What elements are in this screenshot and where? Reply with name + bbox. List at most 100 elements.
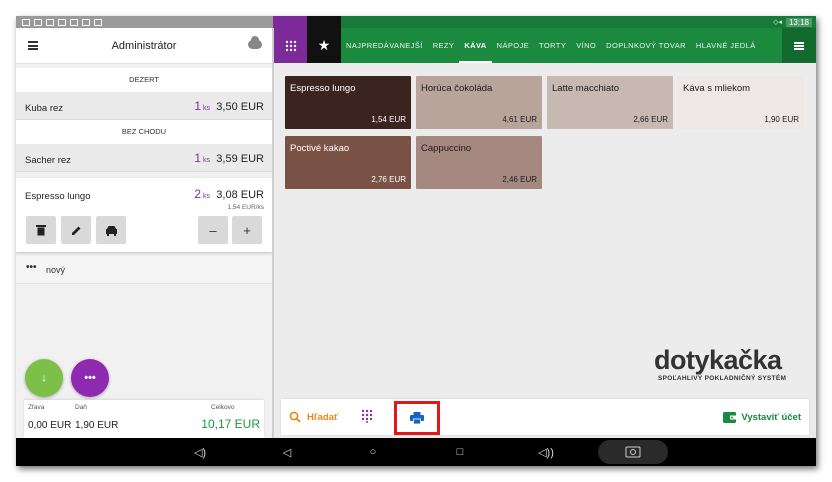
order-item[interactable]: Sacher rez 1 ks 3,59 EUR: [16, 144, 272, 172]
delete-button[interactable]: [26, 216, 56, 244]
volume-down-icon[interactable]: ◁): [192, 438, 208, 466]
list-icon: [794, 41, 804, 50]
print-button[interactable]: [394, 401, 440, 435]
back-icon[interactable]: ◁: [279, 438, 295, 466]
favorites-tab[interactable]: ★: [307, 28, 341, 63]
tab-hlavne-jedla[interactable]: HLAVNÉ JEDLÁ: [691, 28, 761, 63]
product-price: 1,54 EUR: [371, 115, 406, 124]
status-icons: [16, 16, 273, 28]
section-header: DEZERT: [16, 68, 272, 92]
item-name: Espresso lungo: [25, 191, 91, 202]
order-panel: Administrátor DEZERT Kuba rez 1 ks 3,50 E…: [16, 28, 272, 438]
total-value: 10,17 EUR: [201, 417, 260, 431]
logo-tagline: SPOĽAHLIVÝ POKLADNIČNÝ SYSTÉM: [658, 375, 787, 382]
download-icon: [82, 18, 90, 26]
image-icon: [34, 18, 42, 26]
product-name: Káva s mliekom: [683, 83, 751, 94]
tax-label: Daň: [75, 404, 87, 411]
keypad-tab[interactable]: [274, 28, 307, 63]
camera-icon: [625, 446, 641, 458]
product-tile[interactable]: Horúca čokoláda 4,61 EUR: [416, 76, 542, 129]
clock: 13:18: [785, 17, 812, 27]
search-label: Hľadať: [307, 411, 339, 423]
signal-icon: ◇◂: [773, 19, 782, 26]
product-tile[interactable]: Espresso lungo 1,54 EUR: [285, 76, 411, 129]
cloud-icon[interactable]: [248, 36, 262, 49]
android-icon: [94, 18, 102, 26]
user-title[interactable]: Administrátor: [16, 40, 272, 52]
item-qty: 1 ks: [194, 151, 210, 165]
total-label: Celkovo: [211, 404, 235, 411]
product-price: 2,66 EUR: [633, 115, 668, 124]
product-price: 2,46 EUR: [502, 175, 537, 184]
image-icon: [46, 18, 54, 26]
more-fab[interactable]: •••: [71, 359, 109, 397]
download-fab[interactable]: ↓: [25, 359, 63, 397]
home-icon[interactable]: ○: [365, 438, 381, 466]
tab-vino[interactable]: VÍNO: [571, 28, 601, 63]
product-price: 2,76 EUR: [371, 175, 406, 184]
list-view-button[interactable]: [782, 28, 816, 63]
new-item-label: nový: [46, 265, 66, 275]
item-price: 3,59 EUR: [216, 153, 264, 165]
trash-icon: [36, 225, 46, 236]
item-qty: 1 ks: [194, 99, 210, 113]
action-bar: Hľadať Vystaviť účet: [281, 399, 809, 435]
product-price: 4,61 EUR: [502, 115, 537, 124]
increase-qty-button[interactable]: +: [232, 216, 262, 244]
recents-icon[interactable]: □: [452, 438, 468, 466]
product-tile[interactable]: Cappuccino 2,46 EUR: [416, 136, 542, 189]
discount-value: 0,00 EUR: [28, 420, 72, 431]
new-item-row[interactable]: ••• nový: [16, 256, 272, 284]
category-nav: ★ NAJPREDÁVANEJŠÍ REZY KÁVA NÁPOJE TORTY…: [274, 28, 816, 63]
category-tabs: NAJPREDÁVANEJŠÍ REZY KÁVA NÁPOJE TORTY V…: [341, 28, 785, 63]
product-tile[interactable]: Latte macchiato 2,66 EUR: [547, 76, 673, 129]
issue-bill-label: Vystaviť účet: [741, 411, 801, 423]
product-tile[interactable]: Káva s mliekom 1,90 EUR: [678, 76, 804, 129]
brand-logo: dotykačka SPOĽAHLIVÝ POKLADNIČNÝ SYSTÉM: [654, 345, 802, 382]
gallery-icon: [70, 18, 78, 26]
item-price: 3,50 EUR: [216, 101, 264, 113]
search-icon: [289, 411, 301, 423]
item-name: Sacher rez: [25, 155, 71, 166]
product-tile[interactable]: Poctivé kakao 2,76 EUR: [285, 136, 411, 189]
volume-up-icon[interactable]: ◁)): [536, 438, 556, 466]
item-name: Kuba rez: [25, 103, 64, 114]
tab-kava[interactable]: KÁVA: [459, 28, 492, 63]
tax-value: 1,90 EUR: [75, 420, 119, 431]
more-dots-icon: •••: [26, 262, 37, 273]
course-button[interactable]: [96, 216, 126, 244]
panel-divider: [272, 28, 274, 438]
totals-bar: Zľava 0,00 EUR Daň 1,90 EUR Celkovo 10,1…: [24, 400, 264, 438]
selected-order-item[interactable]: Espresso lungo 2 ks 3,08 EUR 1,54 EUR/ks …: [16, 178, 272, 252]
search-button[interactable]: Hľadať: [289, 399, 338, 435]
tab-doplnkovy-tovar[interactable]: DOPLNKOVÝ TOVAR: [601, 28, 691, 63]
printer-icon: [410, 412, 424, 424]
issue-bill-button[interactable]: Vystaviť účet: [723, 399, 801, 435]
product-name: Horúca čokoláda: [421, 83, 493, 94]
tab-torty[interactable]: TORTY: [534, 28, 571, 63]
car-icon: [105, 225, 117, 236]
tab-rezy[interactable]: REZY: [428, 28, 460, 63]
shield-icon: [58, 18, 66, 26]
app-window: ◇◂ 13:18 Administrátor DEZERT Kuba rez 1…: [16, 16, 816, 466]
tab-napoje[interactable]: NÁPOJE: [492, 28, 534, 63]
screenshot-button[interactable]: [598, 440, 668, 464]
order-item[interactable]: Kuba rez 1 ks 3,50 EUR: [16, 92, 272, 120]
tab-najpredavanejsi[interactable]: NAJPREDÁVANEJŠÍ: [341, 28, 428, 63]
product-name: Espresso lungo: [290, 83, 356, 94]
edit-button[interactable]: [61, 216, 91, 244]
keypad-icon[interactable]: [361, 409, 373, 423]
keypad-icon: [285, 40, 296, 51]
eye-icon: [22, 18, 30, 26]
unit-price: 1,54 EUR/ks: [227, 204, 265, 211]
section-header: BEZ CHODU: [16, 120, 272, 144]
logo-wordmark: dotykačka: [654, 345, 782, 375]
star-icon: ★: [317, 37, 331, 53]
decrease-qty-button[interactable]: –: [198, 216, 228, 244]
order-header: Administrátor: [16, 28, 272, 64]
product-name: Cappuccino: [421, 143, 472, 154]
product-name: Latte macchiato: [552, 83, 620, 94]
item-price: 3,08 EUR: [216, 189, 264, 201]
product-name: Poctivé kakao: [290, 143, 350, 154]
